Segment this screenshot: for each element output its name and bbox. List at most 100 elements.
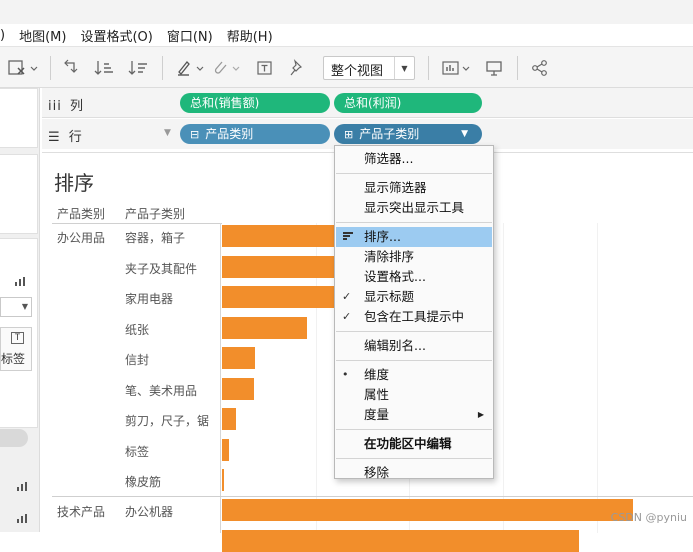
- header-subcategory[interactable]: 产品子类别: [125, 205, 185, 222]
- menu-separator: [336, 429, 492, 430]
- menu-item[interactable]: 筛选器...: [336, 149, 492, 169]
- menu-bar: ) 地图(M) 设置格式(O) 窗口(N) 帮助(H): [0, 24, 693, 46]
- menu-item-label: 包含在工具提示中: [364, 309, 465, 324]
- pin-icon[interactable]: [288, 59, 306, 77]
- bar-mark-icon[interactable]: [16, 480, 30, 495]
- subcategory-label[interactable]: 办公机器: [125, 503, 173, 520]
- show-me-chart-icon[interactable]: [442, 59, 472, 77]
- menu-item[interactable]: 显示筛选器: [336, 178, 492, 198]
- bar-mark[interactable]: [222, 286, 337, 308]
- columns-shelf-label: 列: [69, 99, 83, 114]
- menu-item[interactable]: 在功能区中编辑: [336, 434, 492, 454]
- chevron-down-icon[interactable]: ▼: [461, 124, 468, 144]
- menu-item[interactable]: 排序...: [336, 227, 492, 247]
- pill-label: 产品子类别: [359, 127, 420, 141]
- label-mark-button[interactable]: T 标签: [0, 327, 32, 371]
- text-label-icon[interactable]: [256, 59, 274, 77]
- menu-separator: [336, 331, 492, 332]
- menu-item[interactable]: 清除排序: [336, 247, 492, 267]
- swap-rows-columns-icon[interactable]: [62, 59, 80, 77]
- toolbar-separator: [428, 56, 429, 80]
- mark-type-select[interactable]: ▼: [0, 297, 32, 317]
- bar-mark[interactable]: [222, 408, 236, 430]
- group-divider: [52, 496, 693, 497]
- subcategory-label[interactable]: 家用电器: [125, 290, 173, 307]
- header-category[interactable]: 产品类别: [57, 205, 105, 222]
- menu-item-label: 在功能区中编辑: [364, 436, 452, 451]
- highlight-pen-icon[interactable]: [176, 59, 206, 77]
- bar-mark-icon[interactable]: [16, 512, 30, 527]
- view-mode-select[interactable]: 整个视图 ▼: [323, 56, 415, 80]
- menu-separator: [336, 360, 492, 361]
- menu-item-help[interactable]: 帮助(H): [220, 26, 280, 45]
- menu-item[interactable]: 度量 ▶: [336, 405, 492, 425]
- row-pill-subcategory[interactable]: ⊞ 产品子类别 ▼: [334, 124, 482, 144]
- bar-mark[interactable]: [222, 439, 229, 461]
- menu-item[interactable]: 移除: [336, 463, 492, 483]
- menu-item[interactable]: ✓ 显示标题: [336, 287, 492, 307]
- menu-item-label: 清除排序: [364, 249, 415, 264]
- subcategory-label[interactable]: 笔、美术用品: [125, 382, 197, 399]
- view-mode-label: 整个视图: [331, 64, 384, 79]
- chevron-down-icon[interactable]: ▼: [164, 128, 171, 138]
- share-icon[interactable]: [531, 59, 549, 77]
- menu-item-label: 维度: [364, 367, 390, 382]
- subcategory-label[interactable]: 剪刀，尺子，锯: [125, 412, 209, 429]
- menu-item-map[interactable]: 地图(M): [12, 26, 73, 45]
- column-pill-sales[interactable]: 总和(销售额): [180, 93, 330, 113]
- bar-mark[interactable]: [222, 469, 224, 491]
- menu-item-label: 排序...: [364, 229, 401, 244]
- rows-shelf-title: ☰ 行: [48, 126, 82, 145]
- sort-descending-icon[interactable]: [128, 59, 148, 77]
- chevron-down-icon[interactable]: ▼: [394, 57, 414, 79]
- watermark: CSDN @pyniu: [610, 511, 687, 524]
- rows-shelf-label: 行: [68, 130, 82, 145]
- subcategory-label[interactable]: 纸张: [125, 321, 149, 338]
- menu-item-label: 显示筛选器: [364, 180, 427, 195]
- presentation-mode-icon[interactable]: [485, 59, 503, 77]
- bar-mark[interactable]: [222, 256, 337, 278]
- paperclip-icon[interactable]: [212, 59, 242, 77]
- menu-item[interactable]: 编辑别名...: [336, 336, 492, 356]
- menu-item-window[interactable]: 窗口(N): [160, 26, 220, 45]
- row-pill-category[interactable]: ⊟ 产品类别: [180, 124, 330, 144]
- menu-separator: [336, 222, 492, 223]
- menu-separator: [336, 458, 492, 459]
- menu-item[interactable]: ✓ 包含在工具提示中: [336, 307, 492, 327]
- collapse-icon[interactable]: ⊟: [190, 125, 199, 145]
- columns-shelf: iii 列 总和(销售额) 总和(利润): [42, 88, 693, 118]
- measure-pill-stub[interactable]: [0, 429, 28, 447]
- menu-item[interactable]: 属性: [336, 385, 492, 405]
- menu-item[interactable]: • 维度: [336, 365, 492, 385]
- label-mark-text: 标签: [1, 352, 26, 366]
- rows-icon: ☰: [48, 130, 61, 145]
- menu-item-label: 筛选器...: [364, 151, 414, 166]
- column-pill-profit[interactable]: 总和(利润): [334, 93, 482, 113]
- chevron-down-icon[interactable]: ▼: [22, 302, 28, 311]
- bar-mark[interactable]: [222, 317, 307, 339]
- bar-mark-icon[interactable]: [14, 275, 28, 290]
- bar-mark[interactable]: [222, 378, 254, 400]
- subcategory-label[interactable]: 夹子及其配件: [125, 260, 197, 277]
- filters-card: [0, 154, 38, 234]
- bar-mark[interactable]: [222, 499, 633, 521]
- expand-icon[interactable]: ⊞: [344, 125, 353, 145]
- clear-sheet-icon[interactable]: [8, 59, 38, 77]
- subcategory-label[interactable]: 橡皮筋: [125, 473, 161, 490]
- menu-item-format[interactable]: 设置格式(O): [73, 26, 159, 45]
- category-label[interactable]: 技术产品: [57, 503, 105, 520]
- menu-item-partial[interactable]: ): [0, 28, 12, 43]
- bar-mark[interactable]: [222, 347, 255, 369]
- toolbar-separator: [162, 56, 163, 80]
- category-label[interactable]: 办公用品: [57, 229, 105, 246]
- menu-item[interactable]: 设置格式...: [336, 267, 492, 287]
- subcategory-label[interactable]: 容器，箱子: [125, 229, 185, 246]
- subcategory-label[interactable]: 标签: [125, 443, 149, 460]
- menu-separator: [336, 173, 492, 174]
- menu-item[interactable]: 显示突出显示工具: [336, 198, 492, 218]
- bar-mark[interactable]: [222, 530, 579, 552]
- sort-ascending-icon[interactable]: [94, 59, 114, 77]
- context-menu: 筛选器... 显示筛选器显示突出显示工具排序... 清除排序设置格式... ✓ 显示标题…: [334, 145, 494, 480]
- subcategory-label[interactable]: 信封: [125, 351, 149, 368]
- bar-mark[interactable]: [222, 225, 337, 247]
